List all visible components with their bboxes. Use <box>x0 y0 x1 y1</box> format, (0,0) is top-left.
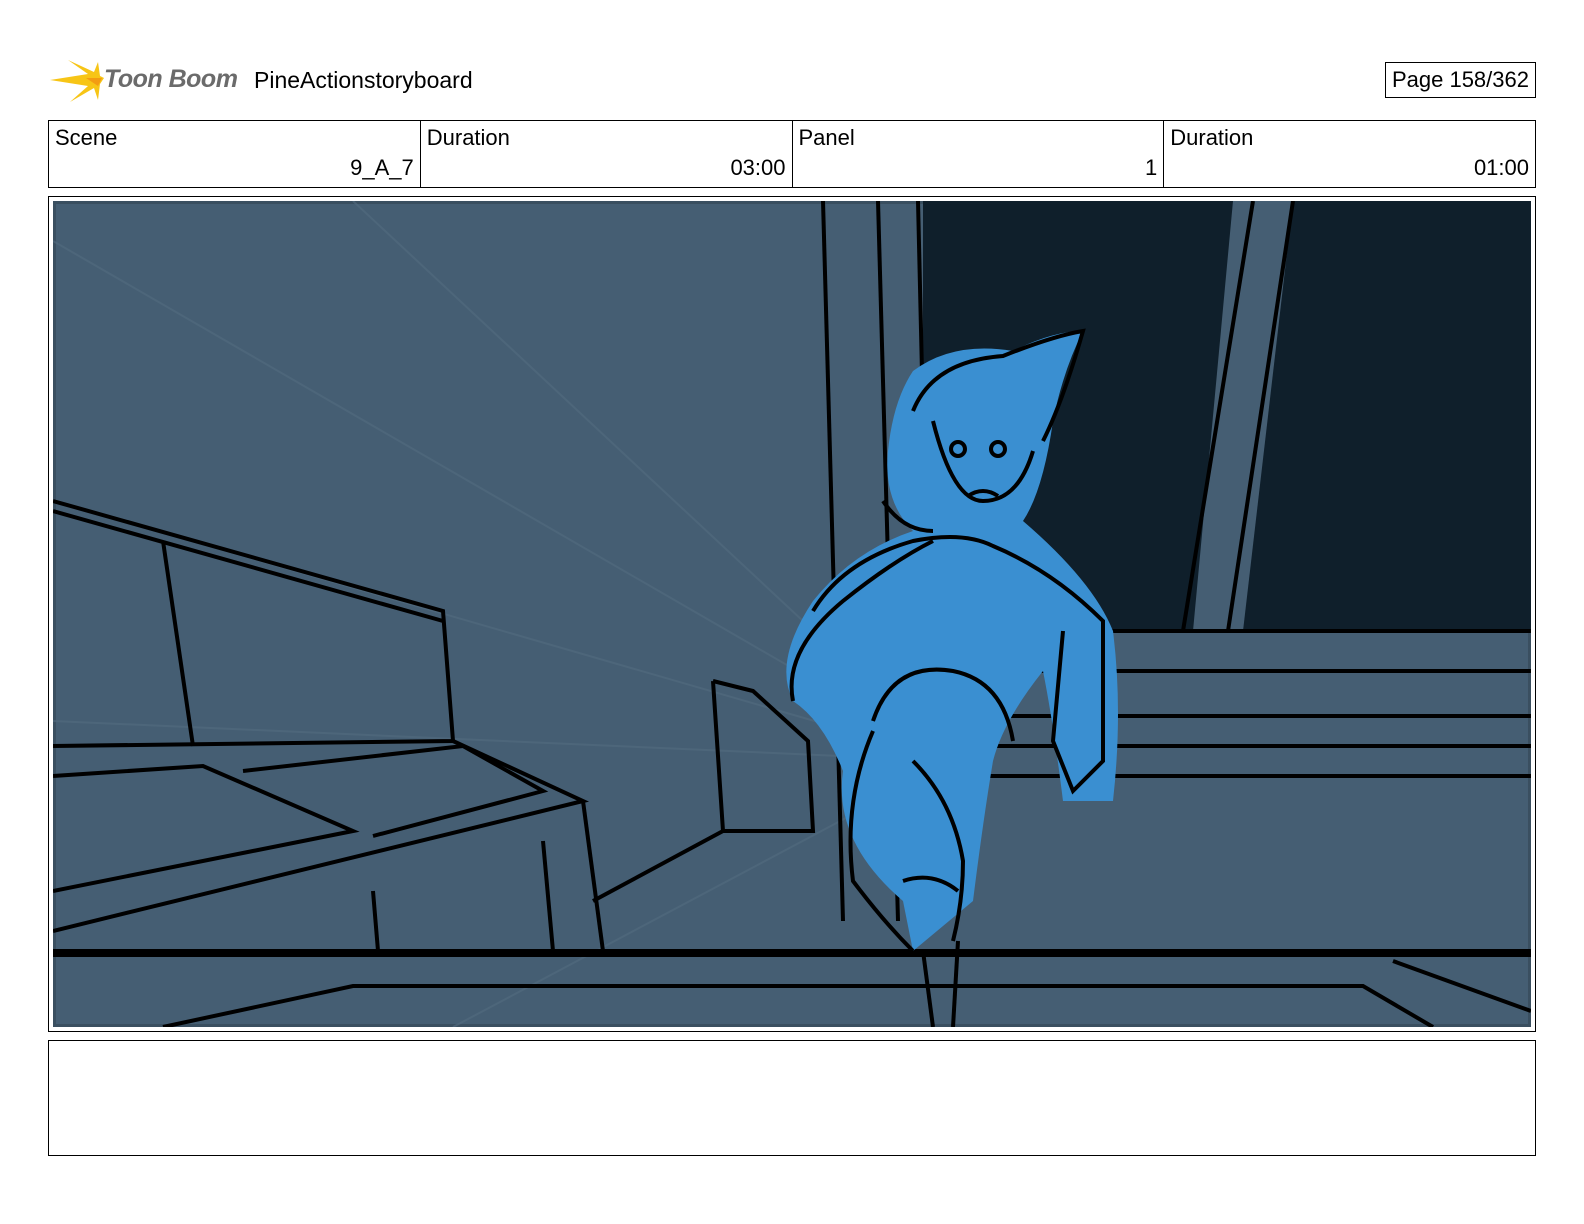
panel-duration-label: Duration <box>1170 125 1254 150</box>
starburst-icon <box>50 60 104 102</box>
panel-label: Panel <box>798 125 855 150</box>
panel-cell: Panel 1 <box>793 121 1165 187</box>
storyboard-panel <box>48 196 1536 1032</box>
scene-label: Scene <box>55 125 118 150</box>
panel-drawing <box>53 201 1531 1027</box>
scene-duration-label: Duration <box>426 125 510 150</box>
page-number: Page 158/362 <box>1384 62 1536 98</box>
logo-text: Toon Boom <box>104 65 238 93</box>
project-title: PineActionstoryboard <box>254 67 473 93</box>
scene-cell: Scene 9_A_7 <box>49 121 421 187</box>
scene-duration-cell: Duration 03:00 <box>421 121 793 187</box>
page-header: Toon Boom PineActionstoryboard Page 158/… <box>48 56 1536 106</box>
toon-boom-logo: Toon Boom <box>48 56 238 106</box>
panel-duration-value: 01:00 <box>1473 155 1529 180</box>
panel-value: 1 <box>1145 155 1158 180</box>
scene-duration-value: 03:00 <box>730 155 786 180</box>
scene-value: 9_A_7 <box>350 155 414 180</box>
notes-box <box>48 1040 1536 1156</box>
scene-info-table: Scene 9_A_7 Duration 03:00 Panel 1 Durat… <box>48 120 1536 188</box>
panel-duration-cell: Duration 01:00 <box>1164 121 1535 187</box>
